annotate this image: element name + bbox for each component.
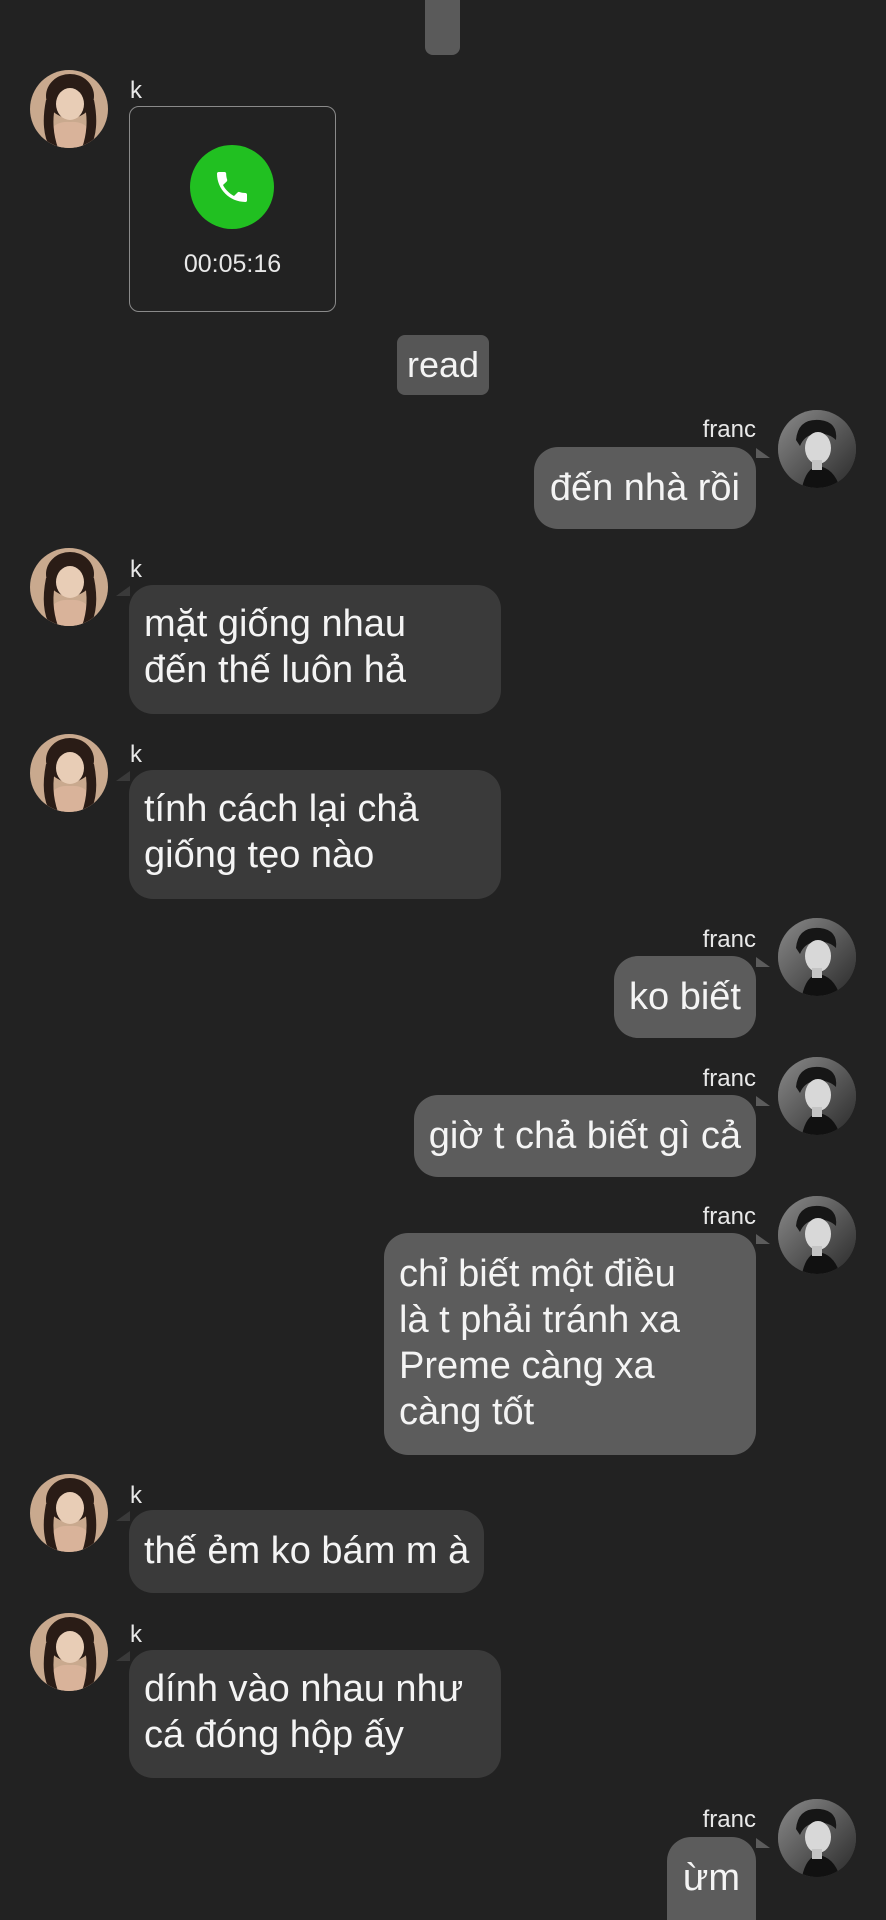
sender-name-k: k <box>130 1621 142 1648</box>
bubble-tail <box>756 1838 770 1848</box>
avatar-k[interactable] <box>30 70 108 148</box>
avatar-franc[interactable] <box>778 410 856 488</box>
message-bubble-outgoing[interactable]: chỉ biết một điều là t phải tránh xa Pre… <box>384 1233 756 1455</box>
sender-name-k: k <box>130 77 142 104</box>
call-card[interactable]: 00:05:16 <box>129 106 336 312</box>
message-bubble-incoming[interactable]: tính cách lại chả giống tẹo nào <box>129 770 501 899</box>
message-bubble-outgoing[interactable]: ừm <box>666 1837 756 1920</box>
avatar-franc[interactable] <box>778 1057 856 1135</box>
read-status-badge: read <box>397 335 489 395</box>
message-bubble-outgoing[interactable]: đến nhà rồi <box>533 447 756 529</box>
sender-name-k: k <box>130 1482 142 1509</box>
bubble-tail <box>116 771 130 781</box>
bubble-tail <box>756 448 770 458</box>
message-bubble-outgoing[interactable]: ko biết <box>614 956 756 1038</box>
avatar-franc[interactable] <box>778 918 856 996</box>
bubble-tail <box>116 1511 130 1521</box>
phone-icon <box>190 145 274 229</box>
sender-name-franc: franc <box>702 1065 756 1092</box>
avatar-k[interactable] <box>30 734 108 812</box>
sender-name-franc: franc <box>702 416 756 443</box>
avatar-franc[interactable] <box>778 1799 856 1877</box>
avatar-franc[interactable] <box>778 1196 856 1274</box>
sender-name-franc: franc <box>702 926 756 953</box>
scroll-handle[interactable] <box>425 0 460 55</box>
sender-name-franc: franc <box>702 1806 756 1833</box>
bubble-tail <box>116 1651 130 1661</box>
bubble-tail <box>116 586 130 596</box>
message-bubble-outgoing[interactable]: giờ t chả biết gì cả <box>413 1095 756 1177</box>
sender-name-k: k <box>130 556 142 583</box>
message-bubble-incoming[interactable]: thế ẻm ko bám m à <box>129 1510 485 1593</box>
sender-name-franc: franc <box>702 1203 756 1230</box>
message-bubble-incoming[interactable]: mặt giống nhau đến thế luôn hả <box>129 585 501 714</box>
avatar-k[interactable] <box>30 1474 108 1552</box>
avatar-k[interactable] <box>30 1613 108 1691</box>
avatar-k[interactable] <box>30 548 108 626</box>
message-bubble-incoming[interactable]: dính vào nhau như cá đóng hộp ấy <box>129 1650 501 1778</box>
call-duration: 00:05:16 <box>183 250 282 278</box>
sender-name-k: k <box>130 741 142 768</box>
bubble-tail <box>756 957 770 967</box>
bubble-tail <box>756 1234 770 1244</box>
bubble-tail <box>756 1096 770 1106</box>
